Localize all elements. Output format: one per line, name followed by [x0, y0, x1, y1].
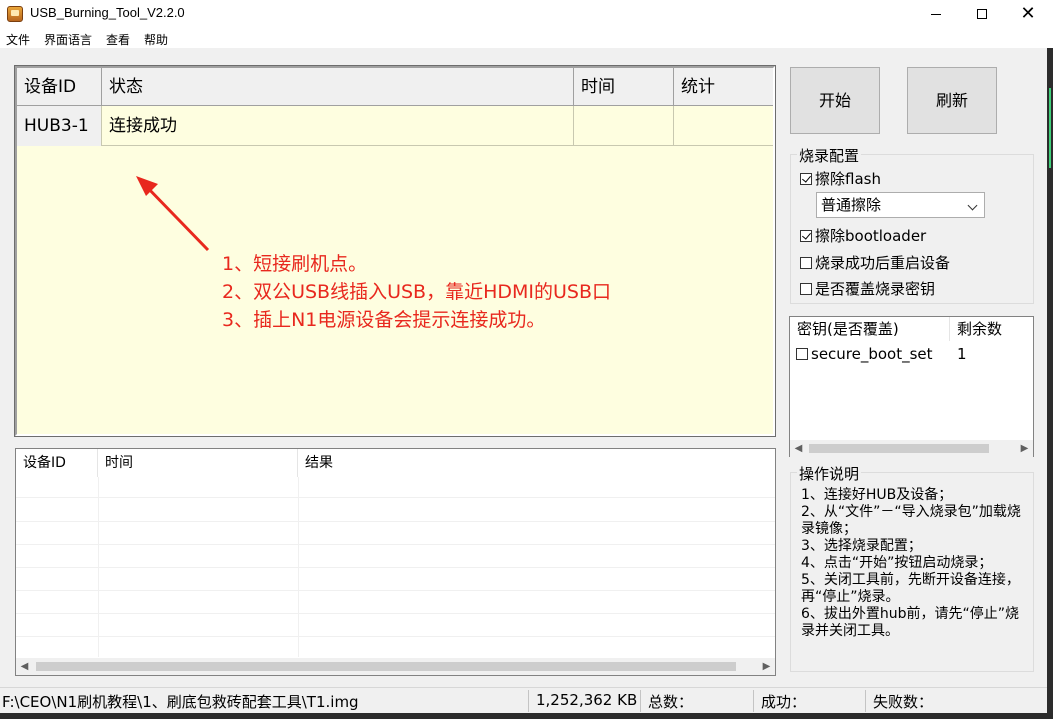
annotation-arrow [136, 176, 210, 252]
result-col-result[interactable]: 结果 [298, 449, 598, 477]
background-window-edge [1047, 48, 1053, 713]
erase-bootloader-label: 擦除bootloader [815, 227, 927, 245]
menu-file[interactable]: 文件 [6, 31, 30, 48]
scroll-right-icon[interactable]: ▶ [758, 658, 775, 675]
row-divider [16, 636, 775, 637]
scrollbar-thumb[interactable] [36, 662, 736, 671]
status-divider [865, 690, 866, 712]
row-divider [16, 544, 775, 545]
scroll-left-icon[interactable]: ◀ [16, 658, 33, 675]
row-divider [16, 590, 775, 591]
status-size: 1,252,362 KB [536, 691, 638, 709]
erase-flash-checkbox[interactable]: 擦除flash [800, 168, 881, 189]
menu-bar: 文件 界面语言 查看 帮助 [0, 28, 1053, 48]
menu-language[interactable]: 界面语言 [44, 31, 92, 48]
checkbox-checked-icon [800, 230, 812, 242]
status-failed: 失败数： [873, 693, 934, 711]
overwrite-key-checkbox[interactable]: 是否覆盖烧录密钥 [800, 278, 935, 299]
maximize-button[interactable] [959, 0, 1005, 28]
checkbox-unchecked-icon [800, 283, 812, 295]
start-button[interactable]: 开始 [790, 67, 880, 134]
maximize-icon [977, 9, 987, 19]
close-icon: ✕ [1020, 3, 1036, 24]
status-path: F:\CEO\N1刷机教程\1、刷底包救砖配套工具\T1.img [2, 693, 359, 711]
key-name: secure_boot_set [811, 345, 933, 363]
status-bar: F:\CEO\N1刷机教程\1、刷底包救砖配套工具\T1.img 1,252,3… [0, 687, 1053, 713]
result-table[interactable]: 设备ID 时间 结果 ◀ ▶ [15, 448, 776, 676]
key-col-remaining[interactable]: 剩余数 [950, 317, 1033, 341]
close-button[interactable]: ✕ [1005, 0, 1051, 28]
taskbar-strip [0, 713, 1053, 719]
time-cell [574, 106, 674, 146]
erase-bootloader-checkbox[interactable]: 擦除bootloader [800, 225, 926, 246]
overwrite-key-label: 是否覆盖烧录密钥 [815, 280, 936, 298]
status-divider [640, 690, 641, 712]
minimize-icon [931, 13, 941, 15]
key-horizontal-scrollbar[interactable]: ◀ ▶ [790, 440, 1033, 457]
annotation-text: 1、短接刷机点。 2、双公USB线插入USB，靠近HDMI的USB口 3、插上N… [222, 250, 611, 334]
row-divider [16, 567, 775, 568]
window-title: USB_Burning_Tool_V2.2.0 [30, 5, 185, 20]
result-col-time[interactable]: 时间 [98, 449, 298, 477]
erase-mode-select[interactable]: 普通擦除 [816, 192, 985, 218]
table-row[interactable]: HUB3-1 连接成功 [17, 106, 773, 146]
reboot-after-label: 烧录成功后重启设备 [815, 254, 951, 272]
burn-config-title: 烧录配置 [797, 145, 862, 166]
scrollbar-thumb[interactable] [809, 444, 989, 453]
status-success: 成功： [761, 693, 807, 711]
count-cell [674, 106, 775, 146]
result-col-device-id[interactable]: 设备ID [16, 449, 98, 477]
status-cell: 连接成功 [102, 106, 574, 146]
erase-mode-value: 普通擦除 [821, 196, 882, 214]
menu-view[interactable]: 查看 [106, 31, 130, 48]
result-table-header: 设备ID 时间 结果 [16, 449, 775, 477]
checkbox-unchecked-icon [796, 348, 808, 360]
reboot-after-checkbox[interactable]: 烧录成功后重启设备 [800, 252, 950, 273]
row-divider [16, 497, 775, 498]
erase-flash-label: 擦除flash [815, 170, 881, 188]
scroll-left-icon[interactable]: ◀ [790, 440, 807, 457]
col-device-id[interactable]: 设备ID [17, 68, 102, 106]
row-divider [16, 613, 775, 614]
annotation-line-3: 3、插上N1电源设备会提示连接成功。 [222, 309, 546, 331]
key-list[interactable]: 密钥(是否覆盖) 剩余数 secure_boot_set 1 ◀ ▶ [789, 316, 1034, 457]
menu-help[interactable]: 帮助 [144, 31, 168, 48]
device-table-header: 设备ID 状态 时间 统计 [17, 68, 773, 106]
checkbox-unchecked-icon [800, 257, 812, 269]
minimize-button[interactable] [913, 0, 959, 28]
help-group: 操作说明 1、连接好HUB及设备； 2、从“文件”－“导入烧录包”加载烧录镜像；… [790, 463, 1034, 672]
col-count[interactable]: 统计 [674, 68, 775, 106]
row-divider [16, 521, 775, 522]
col-time[interactable]: 时间 [574, 68, 674, 106]
chevron-down-icon [967, 200, 978, 211]
status-divider [753, 690, 754, 712]
scroll-right-icon[interactable]: ▶ [1016, 440, 1033, 457]
app-icon [7, 6, 23, 22]
status-divider [528, 690, 529, 712]
result-horizontal-scrollbar[interactable]: ◀ ▶ [16, 658, 775, 675]
key-remaining: 1 [957, 345, 967, 363]
col-status[interactable]: 状态 [102, 68, 574, 106]
help-text: 1、连接好HUB及设备； 2、从“文件”－“导入烧录包”加载烧录镜像； 3、选择… [801, 487, 1021, 639]
title-bar: USB_Burning_Tool_V2.2.0 ✕ [0, 0, 1053, 28]
annotation-line-2: 2、双公USB线插入USB，靠近HDMI的USB口 [222, 281, 612, 303]
help-title: 操作说明 [797, 463, 862, 484]
status-total: 总数： [648, 693, 694, 711]
checkbox-checked-icon [800, 173, 812, 185]
device-id-cell: HUB3-1 [17, 106, 102, 146]
refresh-button[interactable]: 刷新 [907, 67, 997, 134]
annotation-line-1: 1、短接刷机点。 [222, 253, 368, 275]
key-col-name[interactable]: 密钥(是否覆盖) [790, 317, 950, 341]
key-item-checkbox[interactable]: secure_boot_set [796, 345, 933, 363]
